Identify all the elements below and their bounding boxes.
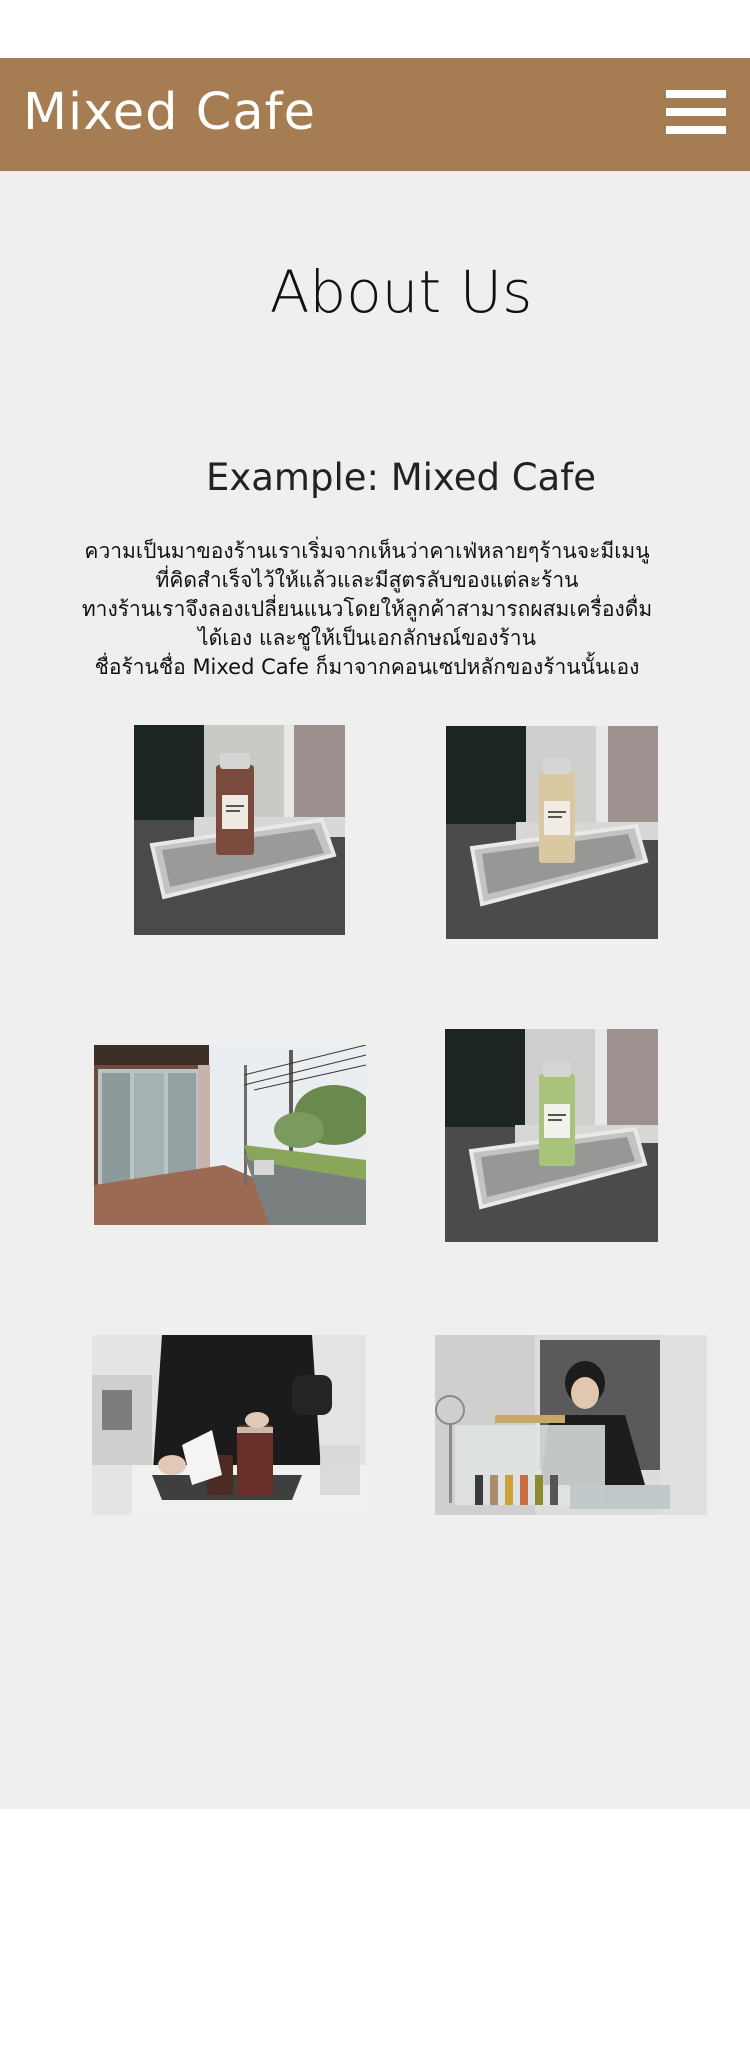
bottle-cream-on-tray-photo: [446, 726, 658, 939]
page-footer-space: [0, 1809, 750, 2046]
bottle-green-on-tray-photo: [445, 1029, 658, 1242]
menu-line: [666, 90, 726, 98]
description-line: ที่คิดสำเร็จไว้ให้แล้วและมีสูตรลับของแต่…: [155, 568, 579, 592]
barista-preparing-drinks-photo: [92, 1335, 366, 1515]
description-line: ได้เอง และชูให้เป็นเอกลักษณ์ของร้าน: [198, 626, 536, 650]
cafe-storefront-photo: [94, 1045, 366, 1225]
page: Mixed Cafe About Us Example: Mixed Cafe …: [0, 0, 750, 2046]
section-subtitle: Example: Mixed Cafe: [205, 456, 597, 499]
barista-at-counter-photo: [435, 1335, 707, 1515]
description-line: ความเป็นมาของร้านเราเริ่มจากเห็นว่าคาเฟ่…: [84, 539, 650, 563]
bottle-dark-on-tray-photo: [134, 725, 345, 935]
description-line: ทางร้านเราจึงลองเปลี่ยนแนวโดยให้ลูกค้าสา…: [81, 597, 653, 621]
about-section: About Us Example: Mixed Cafe ความเป็นมาข…: [0, 171, 750, 1809]
about-description: ความเป็นมาของร้านเราเริ่มจากเห็นว่าคาเฟ่…: [40, 537, 694, 682]
menu-line: [666, 126, 726, 134]
brand-logo[interactable]: Mixed Cafe: [23, 78, 316, 148]
hamburger-menu-icon[interactable]: [666, 88, 726, 136]
top-navigation-bar: Mixed Cafe: [0, 58, 750, 171]
description-line: ชื่อร้านชื่อ Mixed Cafe ก็มาจากคอนเซปหลั…: [94, 655, 640, 679]
page-title: About Us: [269, 258, 533, 326]
menu-line: [666, 108, 726, 116]
